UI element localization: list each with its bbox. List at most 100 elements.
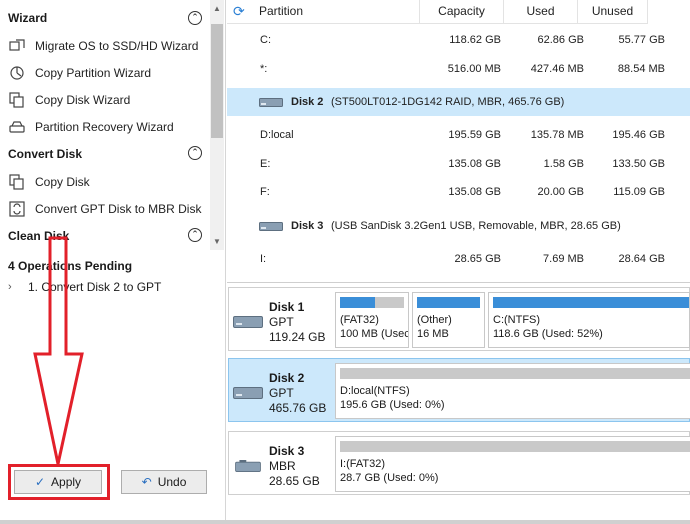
disk-size: 119.24 GB [269,330,326,344]
hdd-icon [259,98,283,107]
usage-fill [340,297,376,308]
annotation-arrow-icon [33,236,84,465]
capacity-column-header[interactable]: Capacity [420,0,504,24]
table-row[interactable]: F: 135.08 GB 20.00 GB 115.09 GB [227,178,690,206]
collapse-wizard-icon[interactable]: ⌃ [188,11,202,25]
migrate-icon [8,38,26,54]
used-cell: 427.46 MB [530,63,584,75]
partition-cell: D:local [260,129,294,141]
partition-recovery-icon [8,119,26,135]
partition-label: C:(NTFS) [493,314,541,326]
chevron-right-icon[interactable]: › [8,281,20,293]
hdd-icon [233,387,263,399]
undo-arrow-icon: ↶ [141,475,152,489]
disk-name: Disk 1 [269,300,305,314]
disk-info[interactable]: Disk 1 GPT 119.24 GB [229,288,333,350]
used-cell: 135.78 MB [530,129,584,141]
disk-map: Disk 1 GPT 119.24 GB (FAT32) 100 MB (Use… [227,282,690,520]
capacity-cell: 28.65 GB [454,253,501,265]
usb-drive-icon [259,222,283,231]
convert-gpt-to-mbr-label: Convert GPT Disk to MBR Disk [35,202,202,216]
refresh-icon[interactable]: ⟳ [233,0,245,22]
capacity-cell: 516.00 MB [447,63,501,75]
scroll-down-arrow-icon[interactable]: ▼ [211,236,223,248]
partition-cell: C: [260,34,271,46]
disk-3-row[interactable]: Disk 3 (USB SanDisk 3.2Gen1 USB, Removab… [227,212,690,240]
copy-disk-icon [8,174,26,190]
partition-column-header[interactable]: ⟳ Partition [227,0,420,24]
collapse-convert-disk-icon[interactable]: ⌃ [188,146,202,160]
partition-block[interactable]: (FAT32) 100 MB (Usec [335,292,409,348]
partition-block[interactable]: (Other) 16 MB [412,292,485,348]
table-row[interactable]: E: 135.08 GB 1.58 GB 133.50 GB [227,150,690,178]
disk-name: Disk 2 [269,371,305,385]
usb-drive-icon [235,460,261,472]
capacity-cell: 135.08 GB [448,158,501,170]
disk-3-card[interactable]: Disk 3 MBR 28.65 GB I:(FAT32) 28.7 GB (U… [228,431,690,495]
used-cell: 7.69 MB [543,253,584,265]
partition-cell: I: [260,253,267,265]
disk-1-card[interactable]: Disk 1 GPT 119.24 GB (FAT32) 100 MB (Use… [228,287,690,351]
disk-info[interactable]: Disk 3 MBR 28.65 GB [229,432,333,494]
table-row[interactable]: I: 28.65 GB 7.69 MB 28.64 GB [227,245,690,273]
status-bar [0,520,690,524]
used-cell: 62.86 GB [537,34,584,46]
partition-label: (FAT32) [340,314,379,326]
disk-2-row[interactable]: Disk 2 (ST500LT012-1DG142 RAID, MBR, 465… [227,88,690,116]
wizard-section-title: Wizard [8,11,48,25]
partition-recovery-wizard-item[interactable]: Partition Recovery Wizard [8,117,174,137]
partition-size: 118.6 GB (Used: 52%) [493,328,603,340]
usage-bar [340,368,690,379]
table-row[interactable]: D:local 195.59 GB 135.78 MB 195.46 GB [227,121,690,149]
copy-partition-wizard-item[interactable]: Copy Partition Wizard [8,63,151,83]
usage-fill [417,297,480,308]
copy-partition-wizard-label: Copy Partition Wizard [35,66,152,80]
partition-recovery-wizard-label: Partition Recovery Wizard [35,120,174,134]
partition-cell: *: [260,63,268,75]
migrate-os-item[interactable]: Migrate OS to SSD/HD Wizard [8,36,198,56]
partition-label: I:(FAT32) [340,458,386,470]
copy-disk-wizard-item[interactable]: Copy Disk Wizard [8,90,130,110]
partition-label: D:local(NTFS) [340,385,410,397]
unused-cell: 28.64 GB [618,253,665,265]
disk-size: 465.76 GB [269,401,327,415]
partition-block[interactable]: I:(FAT32) 28.7 GB (Used: 0%) [335,436,690,492]
scroll-up-arrow-icon[interactable]: ▲ [211,3,223,15]
disk-name-cell: Disk 3 [291,220,324,232]
migrate-os-label: Migrate OS to SSD/HD Wizard [35,39,199,53]
partition-cell: F: [260,186,270,198]
partition-cell: E: [260,158,271,170]
disk-size: 28.65 GB [269,474,320,488]
used-column-header[interactable]: Used [504,0,578,24]
disk-type: GPT [269,315,294,329]
unused-cell: 55.77 GB [618,34,665,46]
convert-gpt-to-mbr-item[interactable]: Convert GPT Disk to MBR Disk [8,199,201,219]
disk-info[interactable]: Disk 2 GPT 465.76 GB [229,359,333,421]
partition-size: 195.6 GB (Used: 0%) [340,399,445,411]
capacity-cell: 135.08 GB [448,186,501,198]
disk-2-card[interactable]: Disk 2 GPT 465.76 GB D:local(NTFS) 195.6… [228,358,690,422]
partition-label: (Other) [417,314,452,326]
unused-column-header[interactable]: Unused [578,0,648,24]
unused-cell: 133.50 GB [612,158,665,170]
collapse-clean-disk-icon[interactable]: ⌃ [188,228,202,242]
partition-table: ⟳ Partition Capacity Used Unused C: 118.… [227,0,690,280]
capacity-cell: 195.59 GB [448,129,501,141]
unused-cell: 115.09 GB [613,186,665,198]
copy-disk-icon [8,92,26,108]
apply-highlight-box [8,464,110,500]
partition-block[interactable]: C:(NTFS) 118.6 GB (Used: 52%) [488,292,690,348]
partition-block[interactable]: D:local(NTFS) 195.6 GB (Used: 0%) [335,363,690,419]
convert-disk-section-title: Convert Disk [8,147,83,161]
copy-disk-wizard-label: Copy Disk Wizard [35,93,131,107]
table-row[interactable]: *: 516.00 MB 427.46 MB 88.54 MB [227,55,690,83]
table-row[interactable]: C: 118.62 GB 62.86 GB 55.77 GB [227,26,690,54]
undo-label: Undo [157,475,187,489]
sidebar-scroll-thumb[interactable] [211,24,223,138]
copy-partition-icon [8,65,26,81]
undo-button[interactable]: ↶ Undo [121,470,207,494]
used-cell: 20.00 GB [537,186,584,198]
usage-bar [340,441,690,452]
copy-disk-item[interactable]: Copy Disk [8,172,90,192]
usage-bar [417,297,480,308]
